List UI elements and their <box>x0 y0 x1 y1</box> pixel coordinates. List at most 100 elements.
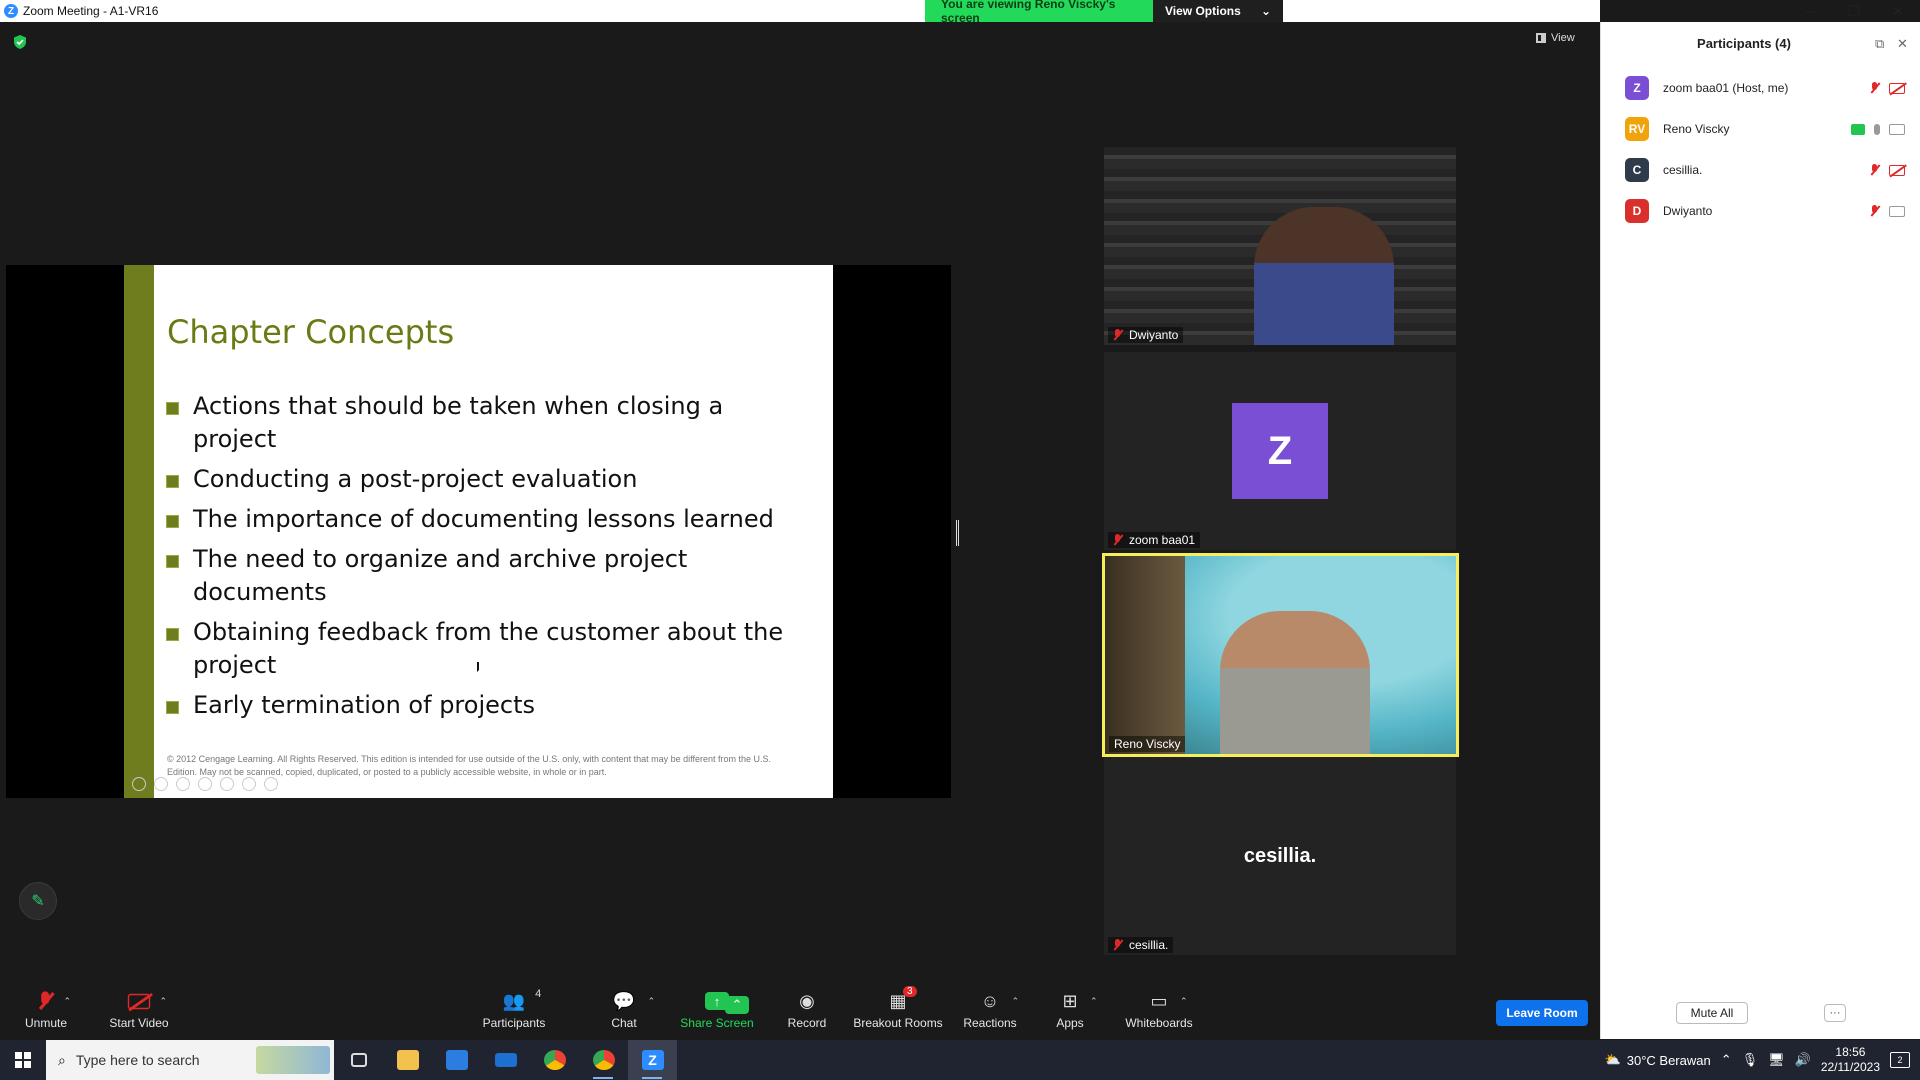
chat-button[interactable]: 💬 ⌃ Chat <box>600 980 656 1040</box>
search-highlight-image <box>256 1046 330 1074</box>
chrome-profile-button[interactable] <box>579 1040 628 1080</box>
minimize-button[interactable]: ─ <box>1788 0 1832 22</box>
avatar: RV <box>1625 117 1649 141</box>
chevron-up-icon[interactable]: ⌃ <box>648 996 656 1007</box>
pop-out-icon[interactable]: ⧉ <box>1875 36 1884 52</box>
unmute-button[interactable]: ⌃ Unmute <box>18 980 74 1040</box>
tile-name: cesillia. <box>1129 938 1169 952</box>
restore-button[interactable]: ❐ <box>1832 0 1876 22</box>
file-explorer-button[interactable] <box>383 1040 432 1080</box>
video-off-icon <box>1889 82 1905 94</box>
chat-icon: 💬 ⌃ <box>612 990 656 1011</box>
close-window-button[interactable]: ✕ <box>1876 0 1920 22</box>
video-tile-cesillia[interactable]: cesillia. cesillia. <box>1104 757 1456 955</box>
weather-widget[interactable]: ⛅ 30°C Berawan <box>1605 1052 1711 1068</box>
mail-button[interactable] <box>481 1040 530 1080</box>
slide-bullet-text: Conducting a post-project evaluation <box>193 465 638 493</box>
video-tile-zoom-baa01[interactable]: Z zoom baa01 <box>1104 352 1456 550</box>
reactions-button[interactable]: ☺ ⌃ Reactions <box>960 980 1020 1040</box>
participant-name: Dwiyanto <box>1663 204 1713 218</box>
participant-row[interactable]: Z zoom baa01 (Host, me) <box>1625 75 1905 101</box>
taskbar-search-box[interactable]: ⌕ Type here to search <box>46 1040 334 1080</box>
mail-icon <box>494 1053 517 1067</box>
tile-display-name: cesillia. <box>1243 845 1317 867</box>
microsoft-store-button[interactable] <box>432 1040 481 1080</box>
apps-label: Apps <box>1056 1016 1084 1030</box>
panel-title: Participants (4) <box>1697 36 1791 51</box>
encryption-shield-icon[interactable] <box>12 34 28 50</box>
zoom-taskbar-button[interactable]: Z <box>628 1040 677 1080</box>
chevron-up-icon[interactable]: ⌃ <box>1721 1052 1732 1068</box>
more-options-button[interactable]: ··· <box>1824 1004 1846 1022</box>
slide-bullet: Obtaining feedback from the customer abo… <box>166 616 806 682</box>
zoom-icon[interactable] <box>220 777 234 791</box>
tile-name-bar: zoom baa01 <box>1108 532 1201 548</box>
mic-muted-icon <box>1113 534 1123 546</box>
more-options-icon[interactable] <box>264 777 278 791</box>
slide-bullet-text: The need to organize and archive project… <box>193 545 688 606</box>
mic-muted-icon <box>1113 329 1123 341</box>
mute-all-button[interactable]: Mute All <box>1676 1002 1748 1024</box>
video-icon <box>1889 123 1905 135</box>
bullet-square-icon <box>166 628 179 641</box>
participant-video <box>1254 207 1394 345</box>
start-button[interactable] <box>0 1040 46 1080</box>
chrome-button[interactable] <box>530 1040 579 1080</box>
participant-row[interactable]: D Dwiyanto <box>1625 198 1905 224</box>
notification-center-icon[interactable]: 2 <box>1890 1052 1910 1068</box>
participants-icon: 👥 4 <box>502 988 542 1011</box>
mic-icon <box>1874 123 1880 135</box>
volume-icon[interactable]: 🔊 <box>1795 1052 1811 1068</box>
record-button[interactable]: ◉ Record <box>782 980 832 1040</box>
chevron-up-icon[interactable]: ⌃ <box>725 996 749 1014</box>
whiteboards-button[interactable]: ▭ ⌃ Whiteboards <box>1124 980 1194 1040</box>
view-options-button[interactable]: View Options ⌄ <box>1153 0 1283 22</box>
slides-icon[interactable] <box>198 777 212 791</box>
chevron-up-icon[interactable]: ⌃ <box>1012 996 1020 1007</box>
split-view-divider[interactable] <box>956 520 959 546</box>
participant-name: cesillia. <box>1663 163 1703 177</box>
share-screen-label: Share Screen <box>680 1016 754 1030</box>
slide-bullet-list: Actions that should be taken when closin… <box>166 390 806 729</box>
tile-name-bar: Reno Viscky <box>1109 736 1186 752</box>
previous-slide-icon[interactable] <box>132 777 146 791</box>
participant-name: zoom baa01 (Host, me) <box>1663 81 1789 95</box>
leave-room-button[interactable]: Leave Room <box>1496 1000 1588 1026</box>
slide-bullet: The importance of documenting lessons le… <box>166 503 806 536</box>
apps-button[interactable]: ⊞ ⌃ Apps <box>1052 980 1097 1040</box>
whiteboards-label: Whiteboards <box>1125 1016 1193 1030</box>
participants-button[interactable]: 👥 4 Participants <box>478 980 550 1040</box>
slide-bullet: The need to organize and archive project… <box>166 543 806 609</box>
subtitles-icon[interactable] <box>242 777 256 791</box>
clock-date: 22/11/2023 <box>1820 1060 1880 1074</box>
chevron-up-icon[interactable]: ⌃ <box>1180 996 1188 1007</box>
share-screen-button[interactable]: ↑ ⌃ Share Screen <box>676 980 758 1040</box>
next-slide-icon[interactable] <box>154 777 168 791</box>
chevron-up-icon[interactable]: ⌃ <box>159 996 167 1007</box>
clock[interactable]: 18:56 22/11/2023 <box>1821 1045 1880 1075</box>
network-icon[interactable]: 🖥 <box>1768 1052 1785 1068</box>
close-icon[interactable]: ✕ <box>1897 36 1908 52</box>
slide-bullet: Early termination of projects <box>166 689 806 722</box>
breakout-rooms-icon: ▦ 3 <box>889 986 917 1012</box>
whiteboard-icon: ▭ ⌃ <box>1150 990 1188 1011</box>
participant-row[interactable]: RV Reno Viscky <box>1625 116 1905 142</box>
avatar: Z <box>1625 76 1649 100</box>
annotate-pencil-button[interactable]: ✎ <box>19 882 57 920</box>
smiley-icon: ☺ ⌃ <box>980 990 1020 1011</box>
slide-bullet-text: The importance of documenting lessons le… <box>193 505 774 533</box>
microphone-icon[interactable]: 🎙 <box>1742 1052 1759 1068</box>
zoom-window: Z Zoom Meeting - A1-VR16 You are viewing… <box>0 0 1920 1080</box>
start-video-button[interactable]: ⌃ Start Video <box>104 980 174 1040</box>
clock-time: 18:56 <box>1835 1045 1866 1059</box>
participant-row[interactable]: C cesillia. <box>1625 157 1905 183</box>
breakout-rooms-button[interactable]: ▦ 3 Breakout Rooms <box>852 980 944 1040</box>
chevron-up-icon[interactable]: ⌃ <box>63 996 71 1007</box>
start-video-label: Start Video <box>109 1016 169 1030</box>
video-tile-reno-viscky[interactable]: Reno Viscky <box>1102 553 1459 757</box>
view-button[interactable]: View <box>1536 32 1575 44</box>
pen-icon[interactable] <box>176 777 190 791</box>
task-view-button[interactable] <box>334 1040 383 1080</box>
chevron-up-icon[interactable]: ⌃ <box>1090 996 1098 1007</box>
video-tile-dwiyanto[interactable]: Dwiyanto <box>1104 147 1456 345</box>
